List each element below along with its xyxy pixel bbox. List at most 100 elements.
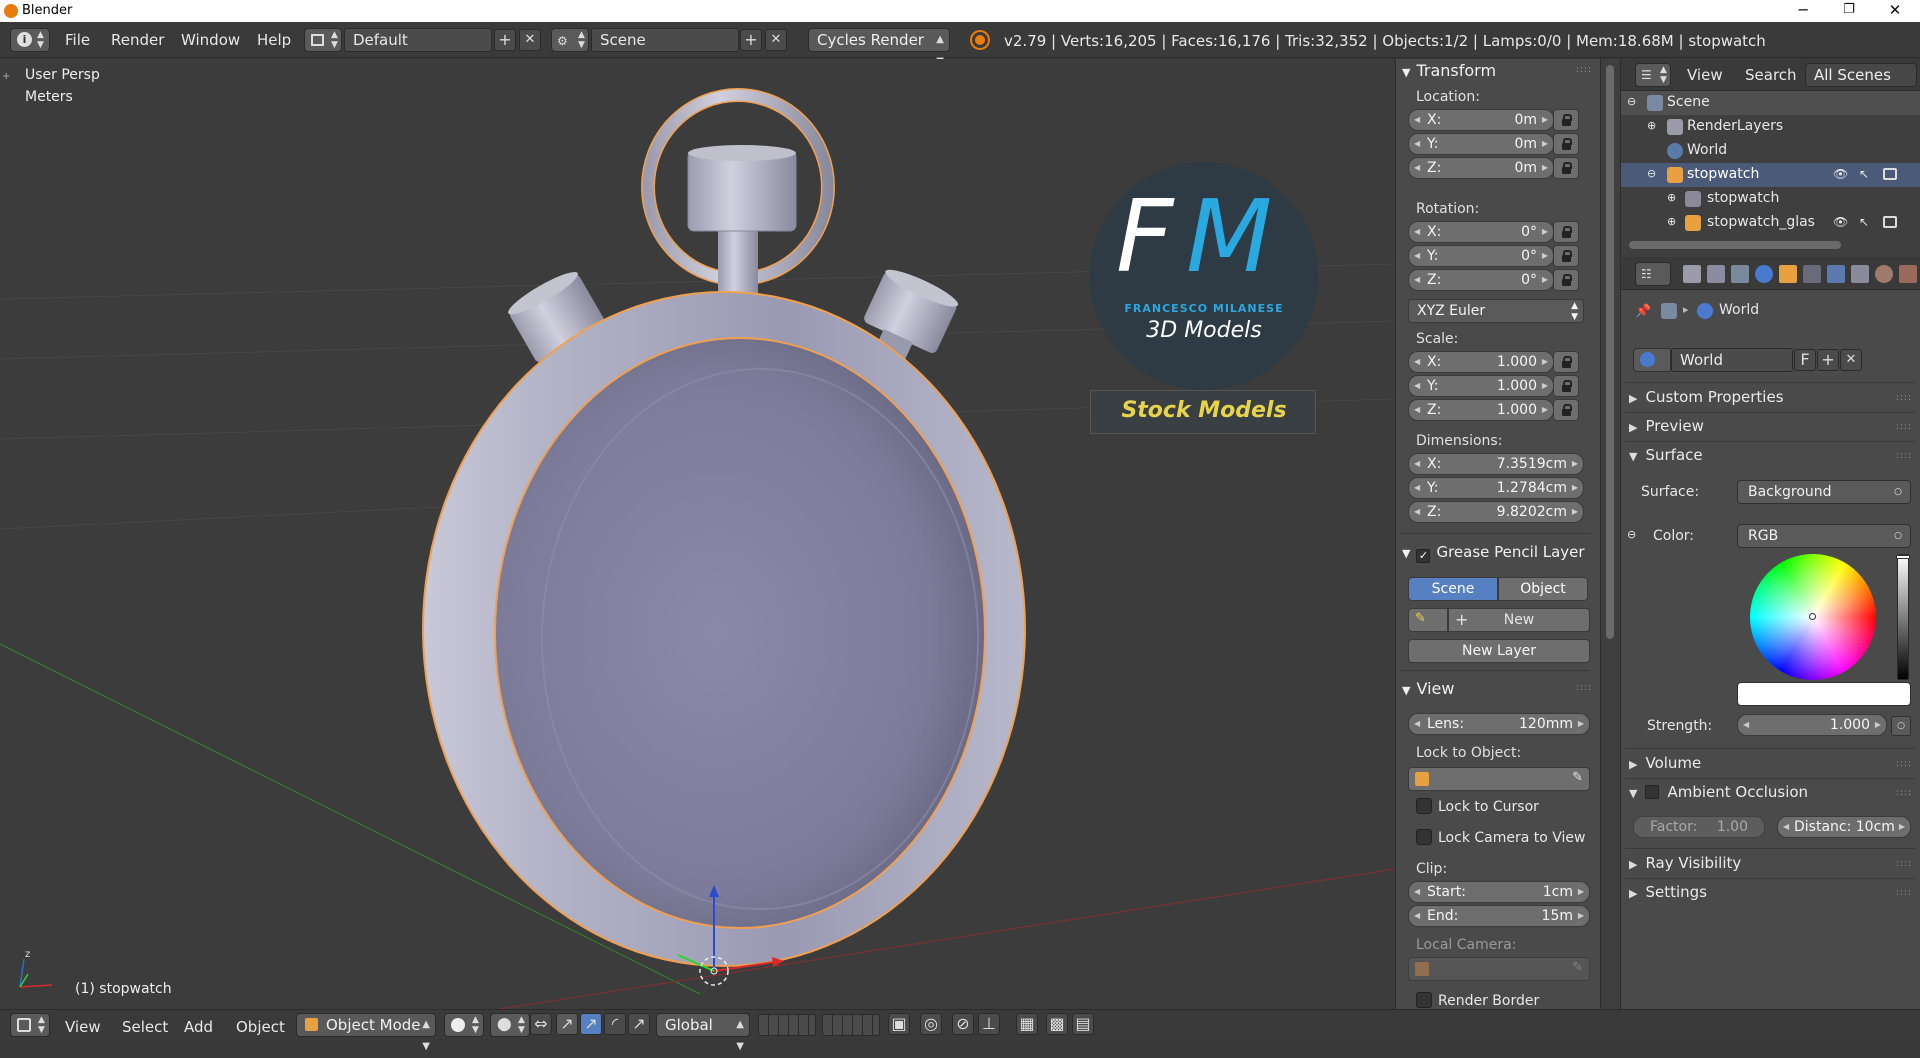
unlink-world-button[interactable]: ✕ xyxy=(1840,349,1862,371)
panel-grip-icon[interactable]: :::: xyxy=(1576,683,1592,693)
rotation-z-field[interactable]: ◀ Z: 0° ▶ xyxy=(1408,269,1554,291)
snap-toggle-icon[interactable]: ⊘ xyxy=(952,1013,974,1035)
grease-pencil-panel-header[interactable]: ▼ ✓ Grease Pencil Layer xyxy=(1402,542,1585,563)
opengl-render-icon[interactable]: ▦ xyxy=(1016,1013,1038,1035)
location-x-field[interactable]: ◀ X: 0m ▶ xyxy=(1408,109,1554,131)
viewport-shading-button[interactable]: ▲ ▼ xyxy=(444,1013,484,1037)
ao-distance-field[interactable]: ◀ Distanc: 10cm ▶ xyxy=(1777,816,1911,838)
lock-icon[interactable] xyxy=(1553,221,1579,243)
local-camera-field[interactable]: ✎ xyxy=(1408,957,1590,981)
color-swatch[interactable] xyxy=(1737,682,1911,706)
cursor-select-icon[interactable]: ↖ xyxy=(1859,215,1869,229)
tab-object-icon[interactable] xyxy=(1779,265,1797,283)
checkbox-checked-icon[interactable]: ✓ xyxy=(1416,549,1431,563)
minimize-button[interactable]: ─ xyxy=(1780,0,1826,22)
outliner-filter-dropdown[interactable]: All Scenes xyxy=(1805,63,1917,87)
scene-name-field[interactable]: Scene xyxy=(591,28,739,52)
lock-icon[interactable] xyxy=(1553,133,1579,155)
lens-field[interactable]: ◀ Lens: 120mm ▶ xyxy=(1408,713,1590,735)
location-z-field[interactable]: ◀ Z: 0m ▶ xyxy=(1408,157,1554,179)
lock-object-field[interactable]: ✎ xyxy=(1408,767,1590,791)
section-settings[interactable]: ▶ Settings xyxy=(1629,883,1707,901)
world-name-field[interactable]: World xyxy=(1671,348,1793,372)
add-layout-button[interactable]: + xyxy=(494,29,516,51)
lock-icon[interactable] xyxy=(1553,245,1579,267)
delete-layout-button[interactable]: ✕ xyxy=(519,29,541,51)
render-animation-icon[interactable]: ▤ xyxy=(1072,1013,1094,1035)
scale-z-field[interactable]: ◀ Z: 1.000 ▶ xyxy=(1408,399,1554,421)
panel-grip-icon[interactable]: :::: xyxy=(1576,65,1592,75)
transform-panel-header[interactable]: ▼ Transform xyxy=(1402,61,1496,80)
value-slider[interactable] xyxy=(1896,554,1910,680)
expand-icon[interactable]: ⊕ xyxy=(1647,119,1656,132)
tab-scene[interactable]: Scene xyxy=(1408,577,1498,601)
section-custom-properties[interactable]: ▶ Custom Properties xyxy=(1629,388,1784,406)
lock-to-cursor-checkbox[interactable] xyxy=(1416,798,1432,814)
interaction-mode-dropdown[interactable]: Object Mode ▲ ▼ xyxy=(296,1013,436,1052)
scale-x-field[interactable]: ◀ X: 1.000 ▶ xyxy=(1408,351,1554,373)
layer-buttons-group-1[interactable] xyxy=(758,1014,816,1036)
section-surface[interactable]: ▼ Surface xyxy=(1629,446,1703,464)
eye-icon[interactable]: 👁 xyxy=(1833,167,1848,181)
panel-grip-icon[interactable]: :::: xyxy=(1896,788,1912,798)
dimensions-z-field[interactable]: ◀ Z: 9.8202cm ▶ xyxy=(1408,501,1584,523)
viewport-editor-type-button[interactable]: ▲ ▼ xyxy=(10,1013,50,1037)
eye-icon[interactable]: 👁 xyxy=(1833,215,1848,229)
rotation-y-field[interactable]: ◀ Y: 0° ▶ xyxy=(1408,245,1554,267)
manipulator-rotate-icon[interactable]: ↗ xyxy=(580,1013,602,1035)
lock-icon[interactable] xyxy=(1553,351,1579,373)
proportional-editing-icon[interactable]: ◎ xyxy=(920,1013,942,1035)
menu-window[interactable]: Window xyxy=(181,31,240,49)
clip-end-field[interactable]: ◀ End: 15m ▶ xyxy=(1408,905,1590,927)
outliner-row-stopwatch-glass[interactable]: ⊕ stopwatch_glas 👁 ↖ xyxy=(1621,211,1920,235)
panel-grip-icon[interactable]: :::: xyxy=(1896,859,1912,869)
dimensions-y-field[interactable]: ◀ Y: 1.2784cm ▶ xyxy=(1408,477,1584,499)
3d-viewport[interactable]: z User Persp Meters (1) stopwatch + F M … xyxy=(0,59,1395,1009)
outliner-menu-search[interactable]: Search xyxy=(1745,66,1797,84)
menu-render[interactable]: Render xyxy=(111,31,164,49)
add-scene-button[interactable]: + xyxy=(740,29,762,51)
tab-constraints-icon[interactable] xyxy=(1803,265,1821,283)
outliner-row-stopwatch[interactable]: ⊖ stopwatch 👁 ↖ xyxy=(1621,163,1920,187)
outliner-menu-view[interactable]: View xyxy=(1687,66,1723,84)
outliner-row-scene[interactable]: ⊖ Scene xyxy=(1621,91,1920,115)
collapse-icon[interactable]: ⊖ xyxy=(1627,95,1636,108)
maximize-button[interactable]: ❐ xyxy=(1826,0,1872,22)
rotation-x-field[interactable]: ◀ X: 0° ▶ xyxy=(1408,221,1554,243)
render-camera-icon[interactable]: ▩ xyxy=(1046,1013,1068,1035)
transform-orientation-dropdown[interactable]: Global ▲ ▼ xyxy=(656,1013,750,1052)
outliner-row-stopwatch-mesh[interactable]: ⊕ stopwatch xyxy=(1621,187,1920,211)
outliner-scrollbar-thumb[interactable] xyxy=(1629,241,1841,249)
new-grease-pencil-button[interactable]: + New xyxy=(1448,608,1590,632)
lock-icon[interactable] xyxy=(1553,269,1579,291)
lock-camera-checkbox[interactable] xyxy=(1416,829,1432,845)
cursor-select-icon[interactable]: ↖ xyxy=(1859,167,1869,181)
tab-texture-icon[interactable] xyxy=(1899,265,1917,283)
surface-shader-dropdown[interactable]: Background ○ xyxy=(1737,480,1911,504)
outliner-editor-type-button[interactable]: ☰ ▲ ▼ xyxy=(1635,63,1671,87)
section-ambient-occlusion[interactable]: ▼ Ambient Occlusion xyxy=(1629,783,1808,801)
section-volume[interactable]: ▶ Volume xyxy=(1629,754,1701,772)
scale-y-field[interactable]: ◀ Y: 1.000 ▶ xyxy=(1408,375,1554,397)
manipulator-rotate-arc-icon[interactable]: ◜ xyxy=(604,1013,626,1035)
manipulator-scale-icon[interactable]: ↗ xyxy=(628,1013,650,1035)
eyedropper-icon[interactable]: ✎ xyxy=(1572,770,1583,785)
collapse-icon[interactable]: ⊖ xyxy=(1647,167,1656,180)
layer-buttons-group-2[interactable] xyxy=(822,1014,880,1036)
render-camera-icon[interactable] xyxy=(1883,216,1897,228)
panel-grip-icon[interactable]: :::: xyxy=(1896,422,1912,432)
screen-layout-button[interactable]: ▲ ▼ xyxy=(304,28,342,52)
new-world-button[interactable]: + xyxy=(1817,349,1839,371)
stopwatch-model[interactable] xyxy=(422,88,1026,967)
toolshelf-toggle-icon[interactable]: + xyxy=(2,71,12,82)
menu-view[interactable]: View xyxy=(65,1018,101,1036)
snap-element-icon[interactable]: ⊥ xyxy=(978,1013,1000,1035)
render-engine-dropdown[interactable]: Cycles Render ▲▼ xyxy=(808,28,950,67)
panel-grip-icon[interactable]: :::: xyxy=(1896,451,1912,461)
view-panel-header[interactable]: ▼ View xyxy=(1402,679,1454,698)
tab-scene-icon[interactable] xyxy=(1731,265,1749,283)
node-socket-icon[interactable]: ○ xyxy=(1891,716,1911,736)
tab-render-icon[interactable] xyxy=(1683,265,1701,283)
value-slider-handle[interactable] xyxy=(1896,555,1910,559)
tab-data-icon[interactable] xyxy=(1851,265,1869,283)
